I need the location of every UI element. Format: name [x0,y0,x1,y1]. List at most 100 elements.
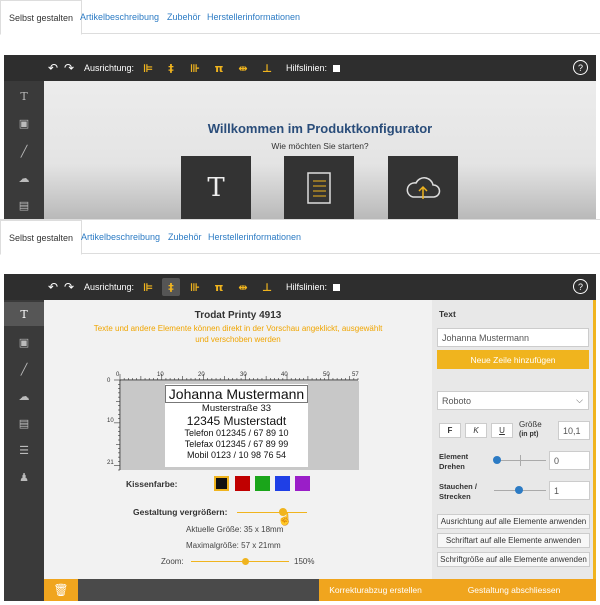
undo-icon[interactable]: ↶ [46,274,60,300]
text-input[interactable]: Johanna Mustermann [437,328,589,347]
italic-button[interactable]: K [465,423,487,438]
align-center-icon[interactable]: ‡ [162,278,180,296]
help-icon[interactable]: ? [573,60,588,75]
apply-alignment-button[interactable]: Ausrichtung auf alle Elemente anwenden [437,514,590,529]
tab-artikelbeschreibung[interactable]: Artikelbeschreibung [72,0,167,34]
trash-icon[interactable]: 🗑 [44,579,78,601]
welcome-title: Willkommen im Produktkonfigurator [207,121,433,136]
pad-color-swatch-red[interactable] [235,476,250,491]
finish-button[interactable]: Gestaltung abschliessen [432,579,596,601]
pad-color-swatch-blue[interactable] [275,476,290,491]
align-center-icon[interactable]: ‡ [162,59,180,77]
pad-color-swatch-green[interactable] [255,476,270,491]
product-title: Trodat Printy 4913 [194,310,282,321]
edit-hint: Texte und andere Elemente können direkt … [93,324,383,344]
list-tool-icon[interactable]: ☰ [4,438,44,462]
tab-bar: Selbst gestalten Artikelbeschreibung Zub… [0,220,600,255]
zoom-slider-track[interactable] [191,561,289,562]
welcome-subtitle: Wie möchten Sie starten? [271,141,369,151]
line-tool-icon[interactable]: ╱ [4,357,44,381]
align-right-icon[interactable]: ⊪ [186,278,204,296]
tab-artikelbeschreibung[interactable]: Artikelbeschreibung [73,220,168,254]
size-label: Größe [519,420,542,429]
underline-button[interactable]: U [491,423,513,438]
left-toolbar: T ▣ ╱ ☁ ▤ ☰ ♟ [4,300,44,601]
stamp-plate[interactable]: Johanna Mustermann Musterstraße 33 12345… [121,381,359,470]
stretch-label: Stauchen / Strecken [439,482,477,501]
enlarge-slider-track[interactable] [237,512,307,513]
start-template-tile[interactable] [284,156,354,219]
ruler-top-label: 0 [116,372,120,378]
align-left-icon[interactable]: ⊫ [139,59,157,77]
help-icon[interactable]: ? [573,279,588,294]
zoom-slider-thumb[interactable] [241,558,249,565]
undo-icon[interactable]: ↶ [46,55,60,81]
apply-font-button[interactable]: Schriftart auf alle Elemente anwenden [437,533,590,548]
ruler-top-label: 50 [323,372,330,378]
align-top-icon[interactable]: π [210,278,228,296]
start-upload-tile[interactable] [388,156,458,219]
add-line-button[interactable]: Neue Zeile hinzufügen [437,350,589,369]
ruler-left-label: 10 [107,418,114,424]
canvas-area: Trodat Printy 4913 Texte und andere Elem… [44,300,432,579]
redo-icon[interactable]: ↷ [62,274,76,300]
font-select[interactable]: Roboto ⌵ [437,391,589,410]
font-select-value: Roboto [442,395,472,406]
tab-selbst-gestalten[interactable]: Selbst gestalten [0,0,83,35]
stretch-slider-thumb[interactable] [515,486,523,494]
stamp-line-city[interactable]: 12345 Musterstadt [165,414,308,428]
text-tool-icon[interactable]: T [4,84,44,108]
hand-cursor-icon: ☝ [277,512,293,526]
guides-checkbox[interactable] [333,64,341,72]
align-top-icon[interactable]: π [210,59,228,77]
text-icon: T [207,172,225,203]
zoom-value: 150% [294,557,315,566]
align-right-icon[interactable]: ⊪ [186,59,204,77]
bold-button[interactable]: F [439,423,461,438]
pad-color-swatch-purple[interactable] [295,476,310,491]
max-size: Maximalgröße: 57 x 21mm [186,541,281,550]
rotate-label: Element Drehen [439,452,469,471]
align-middle-icon[interactable]: ⇹ [234,59,252,77]
alignment-label: Ausrichtung: [84,282,135,292]
template-tool-icon[interactable]: ▤ [4,411,44,435]
text-tool-icon[interactable]: T [4,302,44,326]
template-tool-icon[interactable]: ▤ [4,193,44,217]
apply-size-button[interactable]: Schriftgröße auf alle Elemente anwenden [437,552,590,567]
tab-selbst-gestalten[interactable]: Selbst gestalten [0,220,83,255]
stamp-line-phone[interactable]: Telefon 012345 / 67 89 10 [165,428,308,439]
upload-tool-icon[interactable]: ☁ [4,166,44,190]
redo-icon[interactable]: ↷ [62,55,76,81]
image-tool-icon[interactable]: ▣ [4,111,44,135]
line-tool-icon[interactable]: ╱ [4,139,44,163]
image-tool-icon[interactable]: ▣ [4,330,44,354]
stamp-text-block[interactable]: Johanna Mustermann Musterstraße 33 12345… [165,384,308,467]
pad-color-label: Kissenfarbe: [126,479,178,489]
stamp-line-street[interactable]: Musterstraße 33 [165,403,308,414]
guides-checkbox[interactable] [333,283,341,291]
ruler-left-label: 0 [107,378,111,384]
upload-tool-icon[interactable]: ☁ [4,384,44,408]
enlarge-label: Gestaltung vergrößern: [133,507,228,517]
align-middle-icon[interactable]: ⇹ [234,278,252,296]
stamp-line-fax[interactable]: Telefax 012345 / 67 89 99 [165,439,308,450]
align-bottom-icon[interactable]: ⊥ [258,278,276,296]
tab-herstellerinformationen[interactable]: Herstellerinformationen [200,220,309,254]
pad-color-swatch-black[interactable] [214,476,229,491]
align-bottom-icon[interactable]: ⊥ [258,59,276,77]
rotate-input[interactable]: 0 [549,451,590,470]
align-left-icon[interactable]: ⊫ [139,278,157,296]
start-text-tile[interactable]: T [181,156,251,219]
stamp-line-mobile[interactable]: Mobil 0123 / 10 98 76 54 [165,450,308,461]
proof-button[interactable]: Korrekturabzug erstellen [319,579,432,601]
font-size-input[interactable]: 10,1 [558,421,590,440]
stretch-input[interactable]: 1 [549,481,590,500]
stamp-line-name[interactable]: Johanna Mustermann [165,385,308,403]
welcome-area: Willkommen im Produktkonfigurator Wie mö… [44,81,596,219]
ruler-top-label: 40 [281,372,288,378]
stamp-tool-icon[interactable]: ♟ [4,465,44,489]
current-size: Aktuelle Größe: 35 x 18mm [186,525,284,534]
tab-herstellerinformationen[interactable]: Herstellerinformationen [199,0,308,34]
rotate-slider-thumb[interactable] [493,456,501,464]
ruler-top-label: 10 [157,372,164,378]
